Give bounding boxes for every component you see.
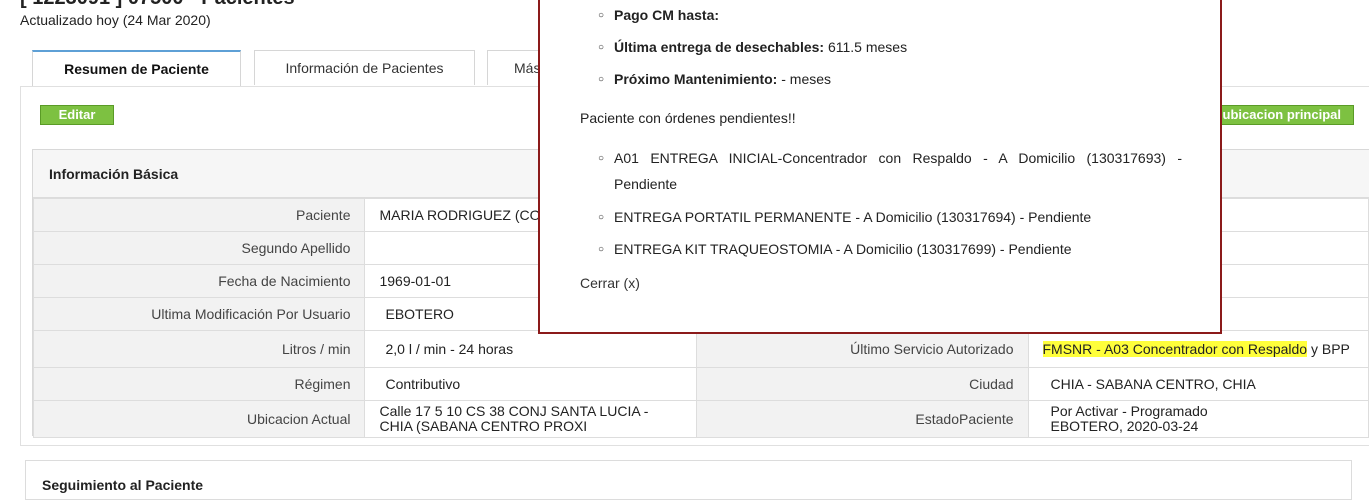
close-modal-link[interactable]: Cerrar (x) (580, 275, 640, 291)
pending-order-1-line2: Pendiente (614, 176, 678, 192)
item-label: Última entrega de desechables: (614, 39, 825, 55)
row-value-ubicacion: Calle 17 5 10 CS 38 CONJ SANTA LUCIA - CH… (364, 400, 697, 438)
ubicacion-line-1: Calle 17 5 10 CS 38 CONJ SANTA LUCIA - (379, 403, 649, 419)
bullet-icon: ○ (598, 10, 605, 21)
row-label: Paciente (32, 198, 366, 232)
row-value: CHIA - SABANA CENTRO, CHIA (1027, 367, 1369, 401)
row-value: Contributivo (364, 367, 697, 401)
pending-orders-modal: ○ Pago CM hasta: ○ Última entrega de des… (538, 0, 1222, 334)
estado-line-2: EBOTERO, 2020-03-24 (1050, 418, 1199, 434)
section-title: Información Básica (49, 166, 179, 182)
bullet-icon: ○ (598, 244, 605, 255)
row-label: Ubicacion Actual (32, 400, 366, 438)
table-row: Régimen Contributivo Ciudad CHIA - SABAN… (32, 367, 1369, 401)
bullet-icon: ○ (598, 74, 605, 85)
row-label: Litros / min (32, 330, 366, 368)
item-label: Próximo Mantenimiento: (614, 71, 778, 87)
highlighted-service: FMSNR - A03 Concentrador con Respaldo (1042, 340, 1308, 357)
modal-item: Pago CM hasta: (614, 7, 719, 23)
service-suffix: y BPP (1307, 340, 1350, 357)
modal-item: Próximo Mantenimiento: - meses (614, 71, 831, 87)
pending-order-2: ENTREGA PORTATIL PERMANENTE - A Domicili… (614, 209, 1092, 225)
row-value: 2,0 l / min - 24 horas (364, 330, 697, 368)
table-row: Litros / min 2,0 l / min - 24 horas Últi… (32, 330, 1369, 368)
pending-order-1-line1: A01 ENTREGA INICIAL-Concentrador con Res… (614, 150, 1182, 166)
table-row: Ubicacion Actual Calle 17 5 10 CS 38 CON… (32, 400, 1369, 438)
row-label: Fecha de Nacimiento (32, 264, 366, 298)
row-label: Régimen (32, 367, 366, 401)
bullet-icon: ○ (598, 42, 605, 53)
section-title: Seguimiento al Paciente (42, 477, 204, 493)
row-label: Ultima Modificación Por Usuario (32, 297, 366, 331)
row-value-servicio: FMSNR - A03 Concentrador con Respaldo y … (1027, 330, 1369, 368)
row-label: Último Servicio Autorizado (695, 330, 1029, 368)
updated-text: Actualizado hoy (24 Mar 2020) (20, 12, 211, 28)
tab-resumen-paciente[interactable]: Resumen de Paciente (32, 50, 241, 87)
bullet-icon: ○ (598, 153, 605, 164)
item-value: 611.5 meses (824, 39, 908, 55)
pending-order-3: ENTREGA KIT TRAQUEOSTOMIA - A Domicilio … (614, 241, 1072, 257)
estado-line-1: Por Activar - Programado (1050, 403, 1208, 419)
row-label: Segundo Apellido (32, 231, 366, 265)
pending-title: Paciente con órdenes pendientes!! (580, 110, 796, 126)
edit-button[interactable]: Editar (40, 105, 114, 125)
item-value: - meses (777, 71, 832, 87)
ubicacion-line-2: CHIA (SABANA CENTRO PROXI (379, 418, 588, 434)
modal-item: Última entrega de desechables: 611.5 mes… (614, 39, 907, 55)
item-label: Pago CM hasta: (614, 7, 720, 23)
row-label: EstadoPaciente (695, 400, 1029, 438)
bullet-icon: ○ (598, 212, 605, 223)
follow-up-section: Seguimiento al Paciente (25, 460, 1352, 500)
tab-informacion-pacientes[interactable]: Información de Pacientes (254, 50, 475, 85)
row-label: Ciudad (695, 367, 1029, 401)
page-title: [ 1223091 ] 07500 - Pacientes (20, 0, 295, 10)
row-value-estado: Por Activar - Programado EBOTERO, 2020-03… (1027, 400, 1369, 438)
